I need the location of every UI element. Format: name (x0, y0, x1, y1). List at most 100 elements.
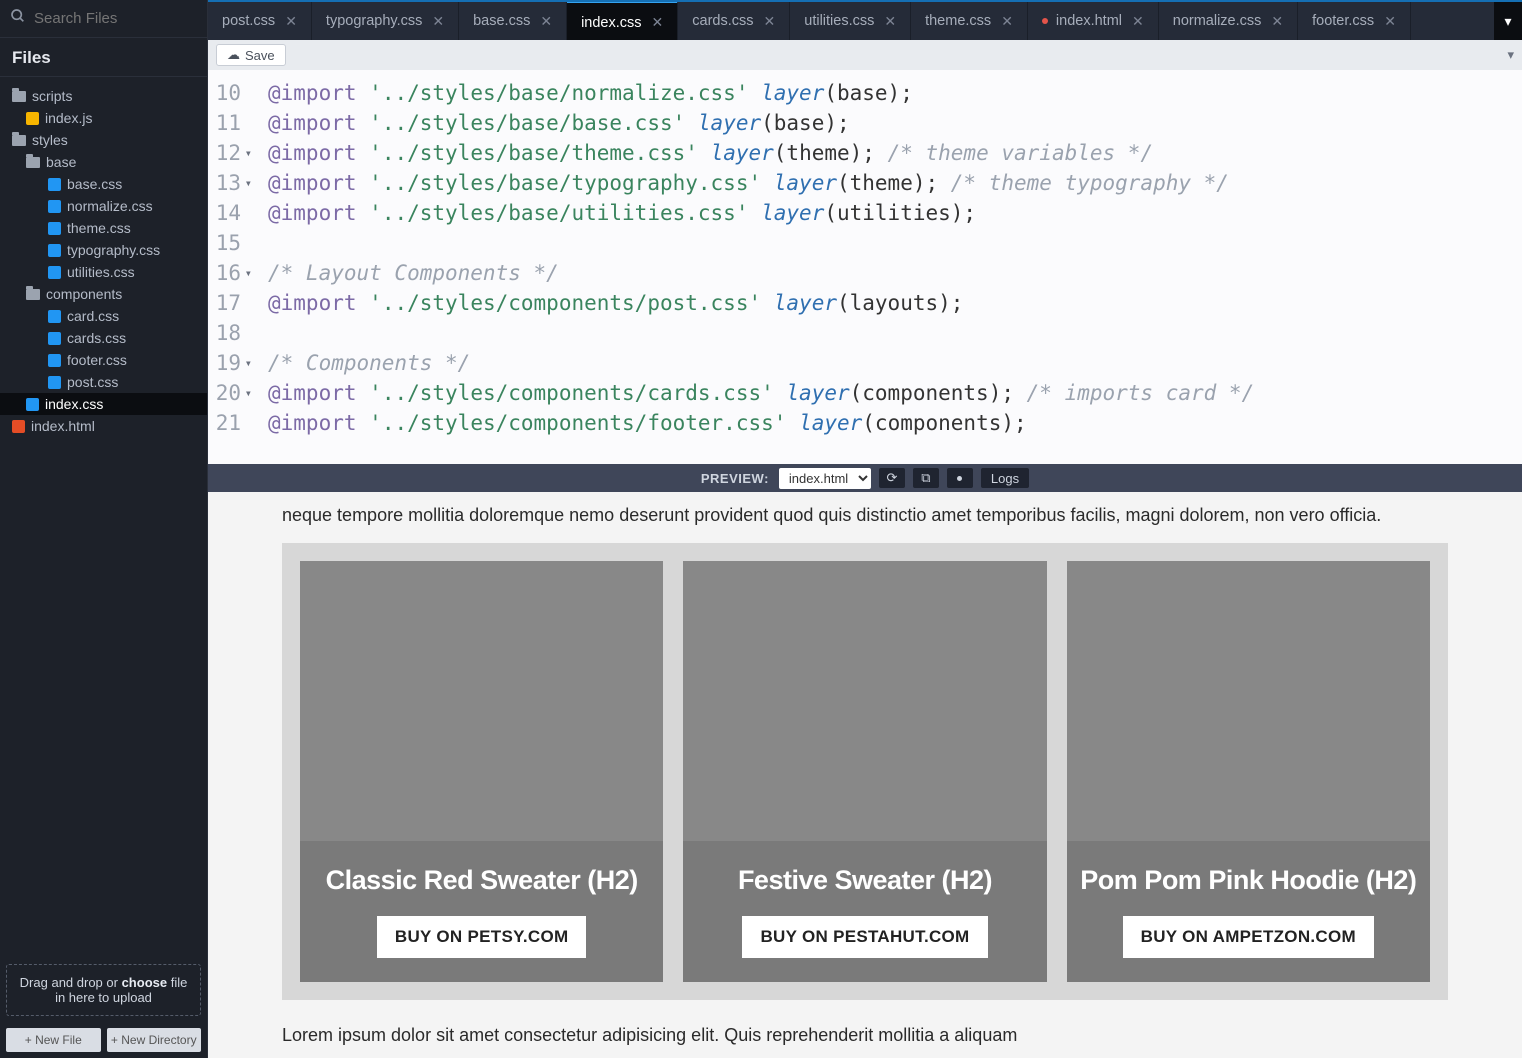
live-indicator-button[interactable] (947, 468, 973, 488)
close-icon[interactable]: ✕ (432, 13, 444, 30)
tab-overflow-button[interactable]: ▾ (1494, 2, 1522, 40)
save-button[interactable]: ☁ Save (216, 44, 286, 66)
tab-index-css[interactable]: index.css ✕ (567, 0, 678, 40)
dropzone-text: Drag and drop or (20, 975, 122, 990)
preview-pane[interactable]: neque tempore mollitia doloremque nemo d… (208, 492, 1522, 1058)
close-icon[interactable]: ✕ (285, 13, 297, 30)
css-icon (48, 266, 61, 279)
close-icon[interactable]: ✕ (1001, 13, 1013, 30)
tab-label: utilities.css (804, 13, 874, 29)
tab-footer-css[interactable]: footer.css ✕ (1298, 2, 1411, 40)
tree-item-components[interactable]: components (0, 283, 207, 305)
css-icon (26, 398, 39, 411)
tree-item-base[interactable]: base (0, 151, 207, 173)
close-icon[interactable]: ✕ (1271, 13, 1283, 30)
save-label: Save (245, 48, 275, 63)
folder-icon (12, 91, 26, 102)
search-icon (10, 8, 26, 29)
card-title: Festive Sweater (H2) (738, 865, 992, 896)
tab-utilities-css[interactable]: utilities.css ✕ (790, 2, 911, 40)
tab-cards-css[interactable]: cards.css ✕ (678, 2, 790, 40)
preview-file-select[interactable]: index.html (779, 468, 871, 489)
css-icon (48, 310, 61, 323)
buy-button[interactable]: BUY ON PESTAHUT.COM (742, 916, 987, 958)
tree-item-label: index.css (45, 396, 103, 412)
code-editor[interactable]: 101112▾13▾141516▾171819▾20▾21 @import '.… (208, 70, 1522, 464)
tree-item-index-js[interactable]: index.js (0, 107, 207, 129)
open-external-button[interactable]: ⧉ (913, 468, 939, 488)
css-icon (48, 178, 61, 191)
search-row (0, 0, 207, 38)
cards-wrap: Classic Red Sweater (H2) BUY ON PETSY.COM… (282, 543, 1448, 1000)
folder-icon (12, 135, 26, 146)
dropzone-choose[interactable]: choose (122, 975, 168, 990)
tree-item-label: theme.css (67, 220, 131, 236)
tree-item-label: card.css (67, 308, 119, 324)
tree-item-index-css[interactable]: index.css (0, 393, 207, 415)
main-area: post.css✕typography.css✕base.css✕index.c… (208, 0, 1522, 1058)
tab-normalize-css[interactable]: normalize.css✕ (1159, 2, 1298, 40)
card-title: Classic Red Sweater (H2) (326, 865, 638, 896)
search-input[interactable] (34, 10, 233, 27)
bottom-buttons: + New File + New Directory (0, 1022, 207, 1058)
tab-post-css[interactable]: post.css ✕ (208, 2, 312, 40)
tree-item-label: index.js (45, 110, 92, 126)
dropzone[interactable]: Drag and drop or choose file in here to … (6, 964, 201, 1016)
savebar-menu-icon[interactable]: ▾ (1507, 47, 1514, 63)
tree-item-card-css[interactable]: card.css (0, 305, 207, 327)
refresh-button[interactable]: ⟳ (879, 468, 905, 488)
folder-icon (26, 289, 40, 300)
css-icon (48, 354, 61, 367)
external-link-icon: ⧉ (921, 470, 930, 486)
tree-item-label: components (46, 286, 122, 302)
tree-item-typography-css[interactable]: typography.css (0, 239, 207, 261)
new-directory-button[interactable]: + New Directory (107, 1028, 202, 1052)
card: Festive Sweater (H2) BUY ON PESTAHUT.COM (683, 561, 1046, 982)
close-icon[interactable]: ✕ (1132, 13, 1144, 30)
tree-item-label: base (46, 154, 76, 170)
tree-item-theme-css[interactable]: theme.css (0, 217, 207, 239)
close-icon[interactable]: ✕ (884, 13, 896, 30)
code-body[interactable]: @import '../styles/base/normalize.css' l… (258, 70, 1264, 464)
folder-icon (26, 157, 40, 168)
close-icon[interactable]: ✕ (1384, 13, 1396, 30)
tab-label: index.css (581, 15, 641, 31)
buy-button[interactable]: BUY ON PETSY.COM (377, 916, 587, 958)
file-tree: scripts index.js styles base base.css normali… (0, 77, 207, 958)
close-icon[interactable]: ✕ (764, 13, 776, 30)
sidebar: Files scriptsindex.jsstylesbasebase.cssn… (0, 0, 208, 1058)
tab-label: theme.css (925, 13, 991, 29)
tab-typography-css[interactable]: typography.css✕ (312, 2, 459, 40)
tree-item-footer-css[interactable]: footer.css (0, 349, 207, 371)
close-icon[interactable]: ✕ (540, 13, 552, 30)
tab-label: cards.css (692, 13, 753, 29)
buy-button[interactable]: BUY ON AMPETZON.COM (1123, 916, 1374, 958)
new-file-button[interactable]: + New File (6, 1028, 101, 1052)
preview-paragraph-2: Lorem ipsum dolor sit amet consectetur a… (282, 1022, 1448, 1049)
tree-item-styles[interactable]: styles (0, 129, 207, 151)
save-bar: ☁ Save ▾ (208, 40, 1522, 70)
tree-item-label: base.css (67, 176, 122, 192)
css-icon (48, 244, 61, 257)
tree-item-scripts[interactable]: scripts (0, 85, 207, 107)
tree-item-base-css[interactable]: base.css (0, 173, 207, 195)
tree-item-label: post.css (67, 374, 118, 390)
preview-bar: PREVIEW: index.html ⟳ ⧉ Logs (208, 464, 1522, 492)
tab-index-html[interactable]: index.html✕ (1028, 2, 1159, 40)
card-image (300, 561, 663, 841)
tree-item-normalize-css[interactable]: normalize.css (0, 195, 207, 217)
tree-item-post-css[interactable]: post.css (0, 371, 207, 393)
close-icon[interactable]: ✕ (652, 14, 664, 31)
logs-button[interactable]: Logs (981, 468, 1029, 488)
tab-label: post.css (222, 13, 275, 29)
tree-item-index-html[interactable]: index.html (0, 415, 207, 437)
tab-label: base.css (473, 13, 530, 29)
tree-item-utilities-css[interactable]: utilities.css (0, 261, 207, 283)
preview-paragraph: neque tempore mollitia doloremque nemo d… (282, 502, 1448, 529)
css-icon (48, 200, 61, 213)
tab-base-css[interactable]: base.css ✕ (459, 2, 567, 40)
tree-item-cards-css[interactable]: cards.css (0, 327, 207, 349)
card-image (683, 561, 1046, 841)
tab-theme-css[interactable]: theme.css ✕ (911, 2, 1028, 40)
tab-label: footer.css (1312, 13, 1374, 29)
